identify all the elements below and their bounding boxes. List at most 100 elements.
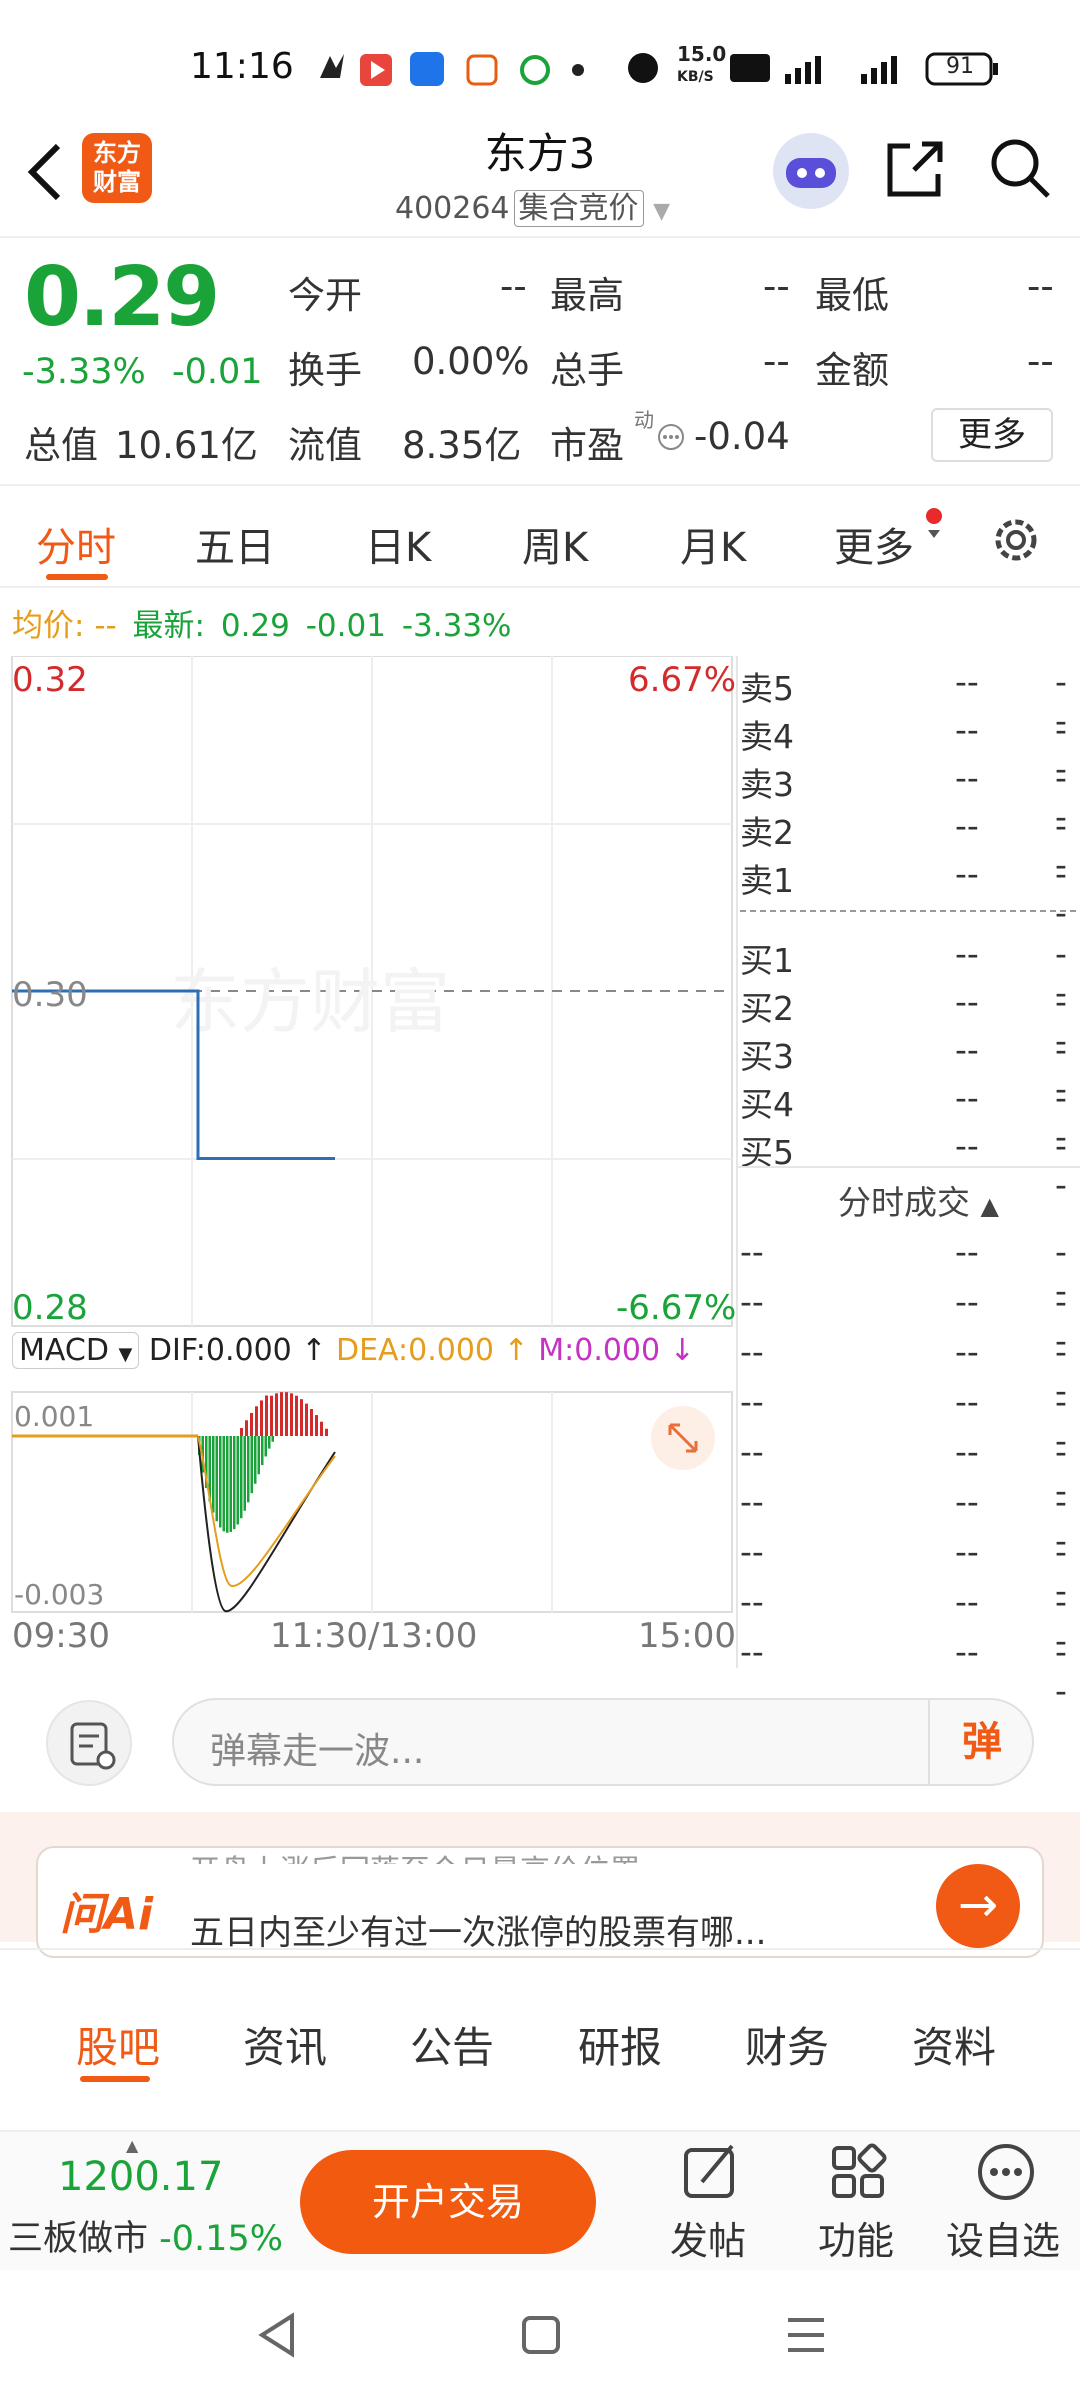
macd-selector[interactable]: MACD ▼ <box>12 1332 140 1369</box>
post-label[interactable]: 发帖 <box>670 2210 746 2265</box>
macd-bar-down <box>264 1436 267 1457</box>
orderbook-label: 卖2 <box>740 813 794 852</box>
trade-row: -- -- -- <box>740 1482 1070 1560</box>
orderbook-price: -- <box>955 1078 979 1117</box>
orderbook-price: -- <box>955 1382 979 1421</box>
index-info[interactable]: 三板做市 -0.15% <box>8 2210 283 2261</box>
btab-underline <box>80 2076 150 2082</box>
post-icon[interactable] <box>680 2142 740 2202</box>
tab-announcements[interactable]: 公告 <box>410 2014 494 2075</box>
trade-row: -- -- -- <box>740 1382 1070 1460</box>
danmu-input[interactable]: 弹幕走一波... <box>172 1698 1034 1786</box>
orderbook-price: -- <box>955 1632 979 1671</box>
info-dots-icon[interactable] <box>656 422 686 452</box>
gear-icon[interactable] <box>988 512 1044 568</box>
volume-label: 总手 <box>550 349 624 392</box>
amount-value: -- <box>1027 340 1054 383</box>
tab-guba[interactable]: 股吧 <box>76 2014 160 2075</box>
red-dot-icon <box>926 508 942 538</box>
index-value[interactable]: 1200.17 <box>58 2154 223 2200</box>
tab-intraday[interactable]: 分时 <box>36 515 116 573</box>
orderbook-price: -- <box>955 1532 979 1571</box>
orderbook-label: -- <box>740 1532 764 1571</box>
macd-bar-up <box>240 1428 243 1436</box>
nav-home-icon[interactable] <box>520 2310 564 2360</box>
danmu-settings-button[interactable] <box>46 1700 132 1786</box>
tab-underline <box>46 574 108 580</box>
axis-bottom-pct: -6.67% <box>616 1288 737 1328</box>
danmu-toggle-button[interactable]: 弹 <box>928 1698 1034 1786</box>
sell-row: 卖5 -- -- <box>740 662 1070 740</box>
trade-row: -- -- -- <box>740 1582 1070 1660</box>
macd-dif: DIF:0.000 <box>148 1333 292 1368</box>
orderbook-price: -- <box>955 1232 979 1271</box>
trades-divider <box>738 1166 1080 1168</box>
macd-m: M:0.000 <box>538 1333 661 1368</box>
orderbook-label: -- <box>740 1332 764 1371</box>
macd-bar-down <box>222 1436 225 1532</box>
tab-finance[interactable]: 财务 <box>745 2014 829 2075</box>
orderbook-label: 买2 <box>740 989 794 1028</box>
change-pct: -3.33% <box>22 352 146 392</box>
nav-menu-icon[interactable] <box>784 2310 828 2360</box>
axis-top-price: 0.32 <box>12 660 88 700</box>
macd-bar-down <box>250 1436 253 1494</box>
tab-research[interactable]: 研报 <box>578 2014 662 2075</box>
orderbook-label: -- <box>740 1632 764 1671</box>
macd-bar-up <box>255 1406 258 1436</box>
stock-code[interactable]: 400264 集合竞价 ▼ <box>395 183 670 227</box>
macd-bar-up <box>275 1393 278 1436</box>
sell-row: 卖4 -- -- <box>740 710 1070 788</box>
macd-dea: DEA:0.000 <box>335 1333 495 1368</box>
macd-bar-down <box>219 1436 222 1528</box>
macd-bar-down <box>233 1436 236 1530</box>
arrow-right-icon: → <box>957 1877 999 1933</box>
macd-bar-up <box>290 1393 293 1436</box>
tab-daily-k[interactable]: 日K <box>365 515 431 573</box>
trades-title[interactable]: 分时成交 ▲ <box>838 1176 999 1224</box>
orderbook-label: 卖5 <box>740 669 794 708</box>
axis-mid-price: 0.30 <box>12 975 88 1015</box>
intraday-chart: 东方财富 <box>11 656 733 1613</box>
pe-label: 市盈 <box>550 424 624 467</box>
orderbook-separator <box>740 910 1076 912</box>
search-icon[interactable] <box>988 136 1052 200</box>
danmu-settings-icon <box>70 1722 116 1770</box>
share-icon[interactable] <box>884 136 948 200</box>
status-bar: 11:16 15.0 KB/S 91 <box>0 0 1080 125</box>
sell-row: 卖1 -- -- <box>740 854 1070 932</box>
orderbook-label: -- <box>740 1232 764 1271</box>
robot-assistant-icon[interactable] <box>770 130 852 212</box>
open-account-button[interactable]: 开户交易 <box>300 2150 596 2254</box>
more-dots-icon[interactable] <box>976 2142 1036 2202</box>
trade-row: -- -- -- <box>740 1432 1070 1510</box>
macd-bar-up <box>260 1400 263 1436</box>
nav-back-icon[interactable] <box>256 2310 300 2360</box>
open-value: -- <box>500 265 527 308</box>
tab-five-day[interactable]: 五日 <box>195 515 275 573</box>
orderbook-label: 买3 <box>740 1037 794 1076</box>
high-value: -- <box>763 265 790 308</box>
orderbook-price: -- <box>955 854 979 893</box>
tab-profile[interactable]: 资料 <box>912 2014 996 2075</box>
macd-bar-up <box>295 1395 298 1436</box>
tab-weekly-k[interactable]: 周K <box>522 515 588 573</box>
current-price: 0.29 <box>24 250 220 345</box>
ai-prompt-text[interactable]: 五日内至少有过一次涨停的股票有哪... <box>190 1905 766 1954</box>
orderbook-label: 买4 <box>740 1085 794 1124</box>
features-label[interactable]: 功能 <box>818 2210 894 2265</box>
open-label: 今开 <box>288 274 362 317</box>
more-button[interactable]: 更多 <box>931 408 1053 462</box>
caret-up-icon: ▲ <box>126 2136 139 2155</box>
ai-arrow-button[interactable]: → <box>936 1864 1020 1948</box>
macd-bar-down <box>212 1436 215 1513</box>
tab-more[interactable]: 更多 <box>834 515 914 573</box>
watchlist-label[interactable]: 设自选 <box>946 2210 1060 2265</box>
orderbook-volume: -- <box>1055 1632 1067 1710</box>
tab-news[interactable]: 资讯 <box>243 2014 327 2075</box>
macd-bar-down <box>261 1436 264 1466</box>
features-icon[interactable] <box>828 2142 888 2202</box>
orderbook-price: -- <box>955 982 979 1021</box>
tab-monthly-k[interactable]: 月K <box>680 515 746 573</box>
orderbook-label: -- <box>740 1382 764 1421</box>
